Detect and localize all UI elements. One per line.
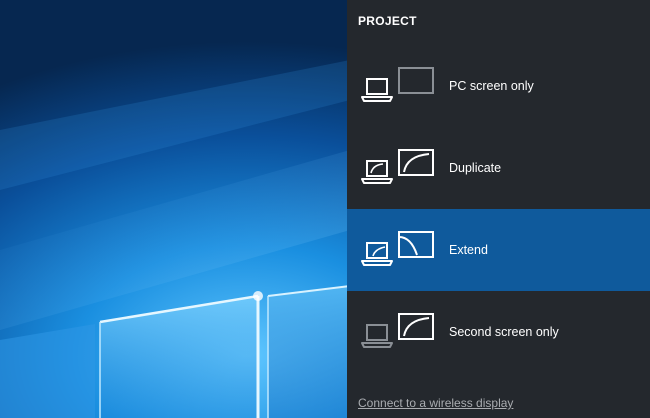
option-label: Extend bbox=[449, 243, 488, 257]
extend-icon bbox=[359, 229, 439, 269]
option-label: Second screen only bbox=[449, 325, 559, 339]
panel-title: PROJECT bbox=[358, 14, 417, 28]
pc-screen-only-icon bbox=[359, 65, 439, 105]
option-second-screen-only[interactable]: Second screen only bbox=[347, 291, 650, 373]
duplicate-icon bbox=[359, 147, 439, 187]
desktop-screen: PROJECT PC screen only Duplicate Extend … bbox=[0, 0, 650, 418]
connect-wireless-display-link[interactable]: Connect to a wireless display bbox=[358, 396, 513, 410]
option-extend[interactable]: Extend bbox=[347, 209, 650, 291]
project-panel: PROJECT PC screen only Duplicate Extend … bbox=[347, 0, 650, 418]
option-pc-screen-only[interactable]: PC screen only bbox=[347, 45, 650, 127]
option-label: PC screen only bbox=[449, 79, 534, 93]
second-screen-only-icon bbox=[359, 311, 439, 351]
option-duplicate[interactable]: Duplicate bbox=[347, 127, 650, 209]
option-label: Duplicate bbox=[449, 161, 502, 175]
